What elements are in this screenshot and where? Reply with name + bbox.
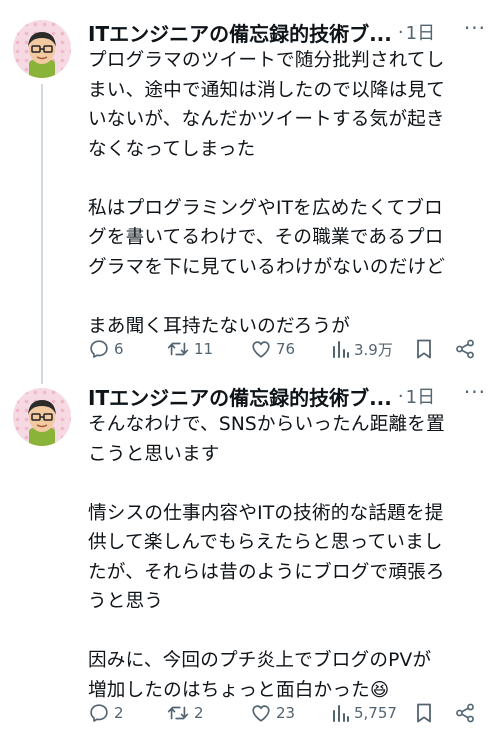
avatar[interactable] [13, 20, 71, 78]
reply-count: 2 [114, 704, 124, 722]
avatar[interactable] [13, 388, 71, 446]
thread-line [41, 84, 43, 384]
tweet-line: プログラマのツイートで随分批判されてし [88, 50, 445, 71]
like-icon [252, 705, 270, 722]
share-icon [456, 339, 474, 359]
author-name[interactable]: ITエンジニアの備忘録的技術ブ... [88, 382, 392, 411]
bookmark-button[interactable] [414, 702, 434, 724]
tweet-line: グを書いてるわけで、その職業であるプロ [88, 227, 444, 248]
views-icon [333, 341, 349, 358]
views-count: 5,757 [354, 704, 397, 722]
tweet-line: こうと思います [88, 443, 220, 465]
like-button[interactable]: 76 [250, 338, 295, 360]
views-button[interactable]: 5,757 [332, 703, 397, 723]
reply-button[interactable]: 2 [88, 702, 124, 724]
views-button[interactable]: 3.9万 [332, 339, 393, 360]
tweet-line: 情シスの仕事内容やITの技術的な話題を提 [88, 502, 444, 524]
tweet-line: まい、途中で通知は消したので以降は見て [88, 79, 446, 101]
separator: · [397, 385, 404, 407]
retweet-button[interactable]: 11 [166, 338, 213, 360]
retweet-icon [167, 342, 189, 356]
reply-count: 6 [114, 340, 124, 358]
tweet-line: 供して楽しんでもらえたらと思っていまし [88, 532, 443, 553]
author-name[interactable]: ITエンジニアの備忘録的技術ブ... [88, 18, 392, 47]
retweet-count: 2 [194, 704, 204, 722]
action-bar: 6 11 76 3.9万 [88, 334, 486, 364]
tweet-line: そんなわけで、SNSからいったん距離を置 [88, 414, 445, 435]
timestamp[interactable]: 1日 [406, 383, 435, 409]
retweet-button[interactable]: 2 [166, 702, 204, 724]
tweet-line: たが、それらは昔のようにブログで頑張ろ [88, 561, 445, 583]
views-count: 3.9万 [354, 340, 393, 359]
share-button[interactable] [454, 338, 476, 360]
tweet-text: プログラマのツイートで随分批判されてし まい、途中で通知は消したので以降は見て … [88, 46, 492, 341]
tweet-line: うと思う [88, 591, 164, 612]
more-options-icon[interactable]: ··· [464, 16, 486, 40]
like-icon [252, 341, 270, 358]
bookmark-icon [417, 703, 431, 723]
tweet-line: なくなってしまった [88, 138, 256, 160]
like-count: 23 [276, 704, 296, 722]
retweet-count: 11 [194, 340, 214, 358]
action-bar: 2 2 23 5,757 [88, 698, 486, 728]
like-count: 76 [276, 340, 296, 358]
reply-icon [90, 340, 108, 358]
tweet-line: グラマを下に見ているわけがないのだけど [88, 256, 446, 278]
reply-button[interactable]: 6 [88, 338, 124, 360]
views-icon [333, 705, 349, 722]
tweet-line: 因みに、今回のプチ炎上でブログのPVが [88, 650, 432, 671]
tweet-header: ITエンジニアの備忘録的技術ブ... · 1日 ··· [88, 380, 486, 411]
separator: · [397, 21, 404, 43]
reply-icon [90, 704, 108, 722]
bookmark-icon [417, 339, 431, 359]
tweet-line: 私はプログラミングやITを広めたくてブロ [88, 197, 443, 219]
share-icon [456, 703, 474, 723]
tweet-line: いないが、なんだかツイートする気が起き [88, 109, 445, 130]
bookmark-button[interactable] [414, 338, 434, 360]
tweet-header: ITエンジニアの備忘録的技術ブ... · 1日 ··· [88, 16, 486, 47]
more-options-icon[interactable]: ··· [464, 380, 486, 404]
share-button[interactable] [454, 702, 476, 724]
tweet-text: そんなわけで、SNSからいったん距離を置 こうと思います 情シスの仕事内容やIT… [88, 410, 492, 705]
retweet-icon [167, 706, 189, 720]
tweet[interactable]: ITエンジニアの備忘録的技術ブ... · 1日 ··· プログラマのツイートで随… [0, 0, 500, 384]
timestamp[interactable]: 1日 [406, 19, 435, 45]
like-button[interactable]: 23 [250, 702, 295, 724]
